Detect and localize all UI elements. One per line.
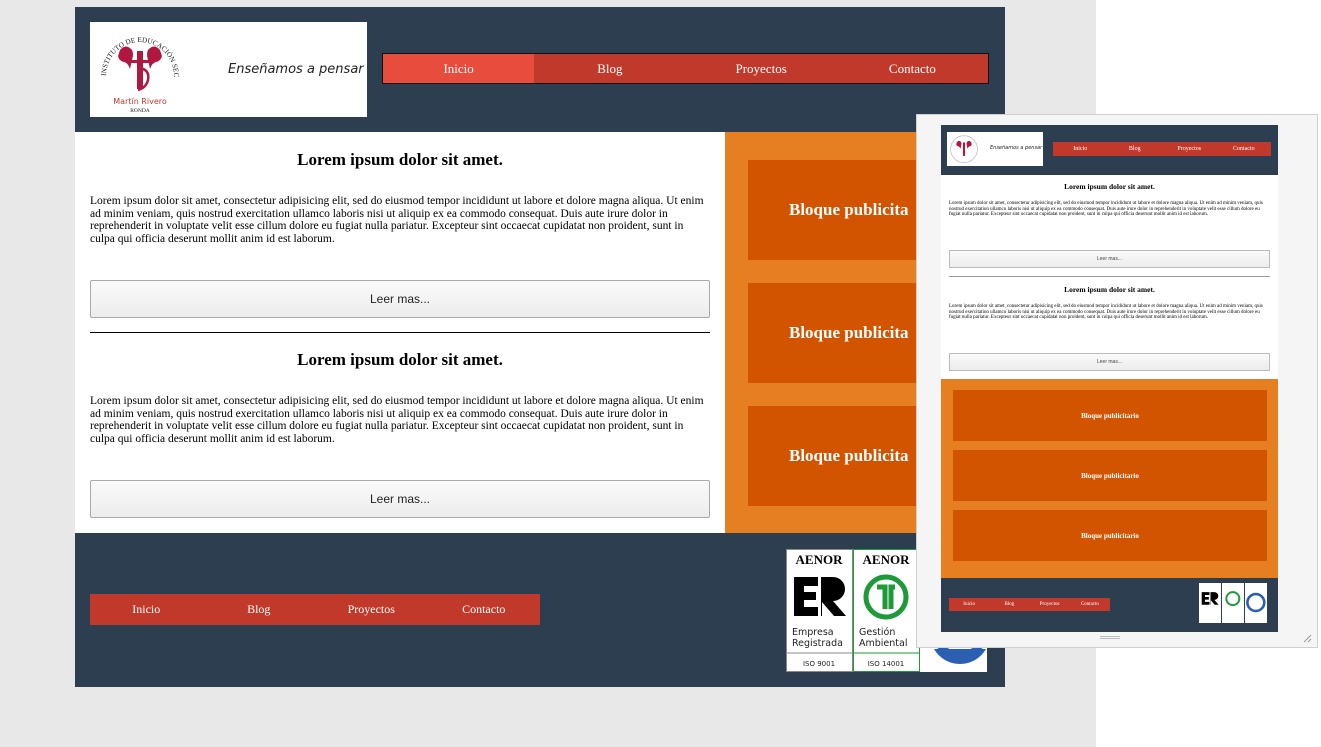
preview-logo: Enseñamos a pensar bbox=[947, 132, 1043, 166]
article-title: Lorem ipsum dolor sit amet. bbox=[297, 150, 503, 169]
article-body: Lorem ipsum dolor sit amet, consectetur … bbox=[90, 395, 704, 445]
nav-item-contacto[interactable]: Contacto bbox=[837, 54, 988, 83]
preview-footer-contacto[interactable]: Contacto bbox=[1070, 598, 1110, 611]
logo-arc-text: INSTITUTO DE EDUCACIÓN SECUNDARIA bbox=[92, 24, 180, 78]
preview-article-body: Lorem ipsum dolor sit amet, consectetur … bbox=[949, 304, 1263, 321]
site-page: INSTITUTO DE EDUCACIÓN SECUNDARIA Martín… bbox=[75, 7, 1005, 687]
preview-footer-proyectos[interactable]: Proyectos bbox=[1030, 598, 1070, 611]
nav-item-inicio[interactable]: Inicio bbox=[383, 54, 535, 83]
read-more-button[interactable]: Leer mas... bbox=[90, 480, 710, 518]
preview-footer-inicio[interactable]: Inicio bbox=[949, 598, 989, 611]
preview-article-body: Lorem ipsum dolor sit amet, consectetur … bbox=[949, 201, 1263, 218]
article-body: Lorem ipsum dolor sit amet, consectetur … bbox=[90, 195, 704, 245]
footer-nav-blog[interactable]: Blog bbox=[203, 594, 316, 625]
footer-nav-contacto[interactable]: Contacto bbox=[428, 594, 541, 625]
preview-ad-block[interactable]: Bloque publicitario bbox=[953, 390, 1267, 441]
article-card: Lorem ipsum dolor sit amet. Lorem ipsum … bbox=[90, 150, 710, 245]
article-title: Lorem ipsum dolor sit amet. bbox=[297, 350, 503, 369]
preview-aenor-ga-badge bbox=[1222, 583, 1244, 623]
svg-text:ISO 9001: ISO 9001 bbox=[803, 660, 835, 668]
preview-tagline: Enseñamos a pensar bbox=[990, 145, 1043, 151]
preview-article: Lorem ipsum dolor sit amet. Lorem ipsum … bbox=[949, 182, 1270, 218]
svg-text:AENOR: AENOR bbox=[863, 552, 911, 567]
preview-footer-blog[interactable]: Blog bbox=[989, 598, 1029, 611]
preview-footer-nav: Inicio Blog Proyectos Contacto bbox=[949, 598, 1110, 611]
preview-nav-blog[interactable]: Blog bbox=[1108, 142, 1163, 156]
preview-nav: Inicio Blog Proyectos Contacto bbox=[1053, 142, 1271, 156]
site-header: INSTITUTO DE EDUCACIÓN SECUNDARIA Martín… bbox=[75, 7, 1005, 132]
preview-article-title: Lorem ipsum dolor sit amet. bbox=[1064, 285, 1155, 294]
preview-nav-contacto[interactable]: Contacto bbox=[1217, 142, 1272, 156]
article-card: Lorem ipsum dolor sit amet. Lorem ipsum … bbox=[90, 350, 710, 445]
preview-nav-proyectos[interactable]: Proyectos bbox=[1162, 142, 1217, 156]
footer-nav: Inicio Blog Proyectos Contacto bbox=[90, 594, 540, 625]
read-more-button[interactable]: Leer mas... bbox=[90, 280, 710, 318]
preview-nav-inicio[interactable]: Inicio bbox=[1053, 142, 1108, 156]
preview-read-more-button[interactable]: Leer mas... bbox=[949, 353, 1270, 371]
resize-handle-icon[interactable] bbox=[1302, 633, 1312, 643]
preview-divider bbox=[949, 276, 1270, 277]
preview-content: Lorem ipsum dolor sit amet. Lorem ipsum … bbox=[941, 175, 1278, 379]
svg-text:Gestión: Gestión bbox=[859, 627, 895, 638]
preview-ad-sidebar: Bloque publicitario Bloque publicitario … bbox=[941, 379, 1278, 578]
aenor-er-icon bbox=[1199, 583, 1221, 623]
footer-nav-proyectos[interactable]: Proyectos bbox=[315, 594, 428, 625]
main-content: Lorem ipsum dolor sit amet. Lorem ipsum … bbox=[75, 132, 725, 533]
preview-ad-block[interactable]: Bloque publicitario bbox=[953, 510, 1267, 561]
preview-aenor-er-badge bbox=[1199, 583, 1221, 623]
svg-text:Ambiental: Ambiental bbox=[859, 638, 907, 649]
aenor-ga-icon bbox=[1222, 583, 1244, 623]
preview-bottom-grip[interactable] bbox=[1100, 636, 1120, 639]
school-crest-icon bbox=[950, 135, 978, 163]
aenor-ga-badge: AENOR Gestión Ambiental ISO 14001 bbox=[853, 549, 920, 672]
preview-ad-block[interactable]: Bloque publicitario bbox=[953, 450, 1267, 501]
preview-article-title: Lorem ipsum dolor sit amet. bbox=[1064, 182, 1155, 191]
site-footer: Inicio Blog Proyectos Contacto AENOR Emp… bbox=[75, 533, 1005, 687]
preview-iqnet-badge bbox=[1245, 583, 1267, 623]
footer-nav-inicio[interactable]: Inicio bbox=[90, 594, 203, 625]
logo-town: RONDA bbox=[130, 108, 150, 114]
svg-text:Empresa: Empresa bbox=[792, 627, 834, 638]
nav-item-proyectos[interactable]: Proyectos bbox=[686, 54, 837, 83]
school-crest-icon: INSTITUTO DE EDUCACIÓN SECUNDARIA Martín… bbox=[92, 24, 180, 114]
main-nav: Inicio Blog Proyectos Contacto bbox=[382, 53, 989, 84]
preview-read-more-button[interactable]: Leer mas... bbox=[949, 250, 1270, 268]
svg-text:Registrada: Registrada bbox=[792, 638, 843, 649]
site-tagline: Enseñamos a pensar bbox=[228, 62, 364, 77]
aenor-ga-icon: AENOR Gestión Ambiental ISO 14001 bbox=[853, 549, 920, 672]
preview-article: Lorem ipsum dolor sit amet. Lorem ipsum … bbox=[949, 285, 1270, 321]
preview-page: Enseñamos a pensar Inicio Blog Proyectos… bbox=[941, 125, 1278, 632]
responsive-preview-panel[interactable]: Enseñamos a pensar Inicio Blog Proyectos… bbox=[916, 114, 1318, 648]
article-divider bbox=[90, 332, 710, 333]
svg-text:ISO 14001: ISO 14001 bbox=[868, 660, 905, 668]
iqnet-seal-icon bbox=[1245, 583, 1267, 623]
nav-item-blog[interactable]: Blog bbox=[534, 54, 685, 83]
svg-text:AENOR: AENOR bbox=[796, 552, 844, 567]
aenor-er-icon: AENOR Empresa Registrada ISO 9001 bbox=[786, 549, 853, 672]
site-logo[interactable]: INSTITUTO DE EDUCACIÓN SECUNDARIA Martín… bbox=[90, 22, 367, 117]
aenor-er-badge: AENOR Empresa Registrada ISO 9001 bbox=[786, 549, 853, 672]
logo-name: Martín Rivero bbox=[113, 97, 167, 106]
